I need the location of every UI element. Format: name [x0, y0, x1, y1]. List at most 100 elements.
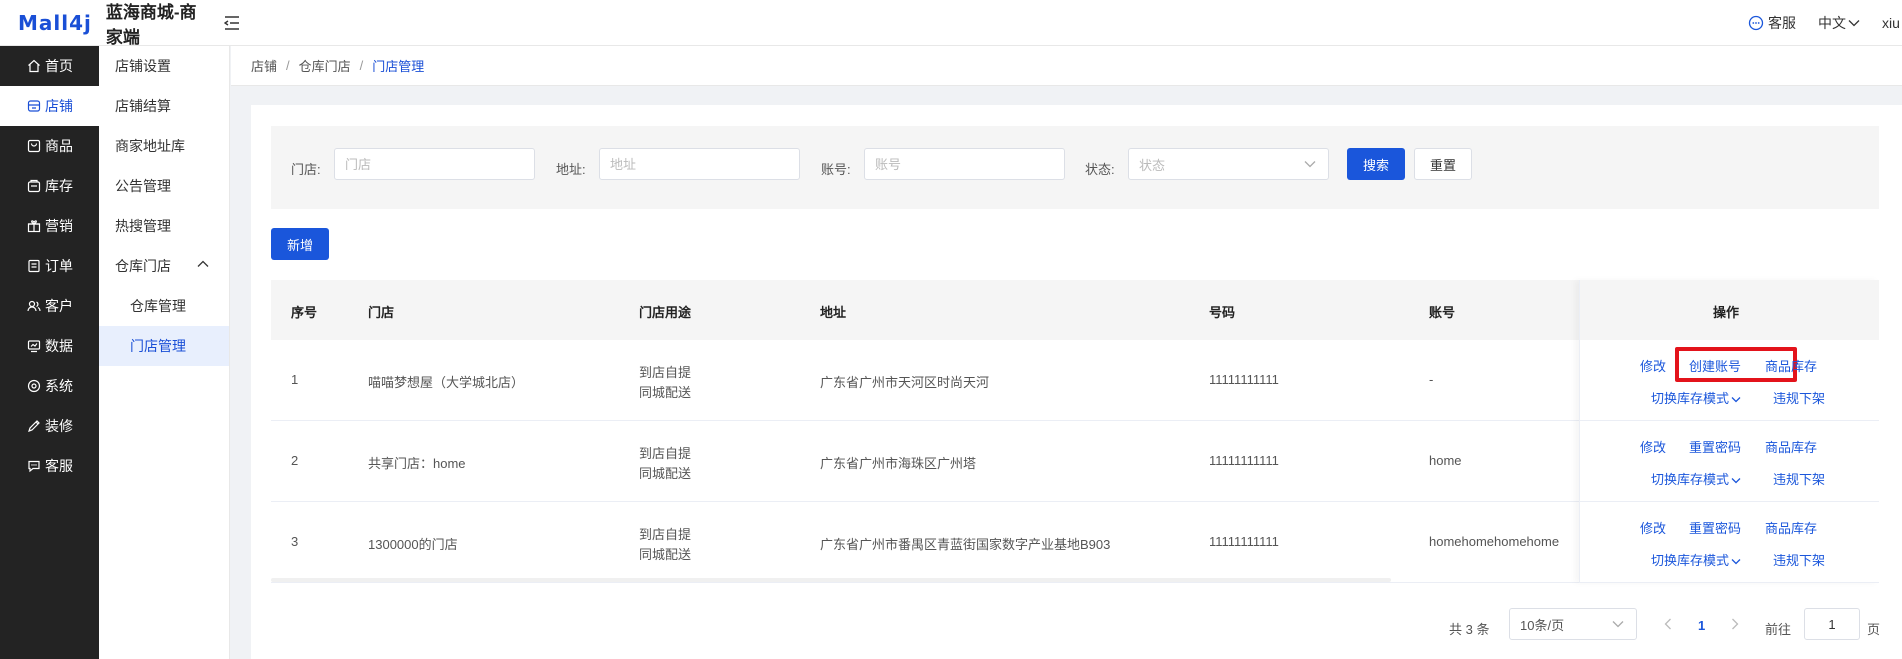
row-usage-pickup: 到店自提: [639, 527, 692, 542]
switch-stock-mode-dropdown[interactable]: 切换库存模式: [1651, 469, 1741, 488]
page-number-current[interactable]: 1: [1698, 618, 1705, 633]
breadcrumb-item[interactable]: 仓库门店: [299, 56, 351, 75]
sidebar-item-label: 首页: [45, 58, 73, 74]
create-account-link[interactable]: 创建账号: [1689, 356, 1741, 375]
subnav-item-store-settings[interactable]: 店铺设置: [99, 46, 229, 86]
sidebar-item-decorate[interactable]: 装修: [0, 406, 99, 446]
sidebar-item-customers[interactable]: 客户: [0, 286, 99, 326]
row-usage-pickup: 到店自提: [639, 446, 692, 461]
page-suffix-label: 页: [1867, 622, 1881, 637]
subnav-item-hot-search[interactable]: 热搜管理: [99, 206, 229, 246]
app-title: 蓝海商城-商家端: [105, 2, 197, 47]
switch-stock-mode-label: 切换库存模式: [1651, 472, 1730, 487]
sub-navigation: 店铺设置 店铺结算 商家地址库 公告管理 热搜管理 仓库门店 仓库管理 门店管理: [99, 46, 230, 659]
order-icon: [28, 259, 40, 273]
row-account: home: [1429, 453, 1462, 468]
subnav-item-store-management[interactable]: 门店管理: [99, 326, 229, 366]
filter-bar: 门店: 地址: 账号: 状态: 状态 搜索 重置: [271, 126, 1879, 209]
goto-label: 前往: [1765, 622, 1792, 637]
sidebar-item-label: 客服: [45, 458, 73, 474]
next-page-button[interactable]: [1731, 617, 1739, 633]
sidebar-item-service[interactable]: 客服: [0, 446, 99, 486]
sidebar-item-label: 店铺: [45, 98, 73, 114]
row-phone: 11111111111: [1209, 372, 1279, 387]
reset-password-link[interactable]: 重置密码: [1689, 518, 1741, 537]
data-icon: [27, 340, 41, 353]
product-stock-link[interactable]: 商品库存: [1765, 518, 1817, 537]
sidebar-item-goods[interactable]: 商品: [0, 126, 99, 166]
add-store-button[interactable]: 新增: [271, 228, 329, 260]
user-menu[interactable]: xiu: [1882, 15, 1902, 31]
menu-collapse-icon[interactable]: [223, 13, 240, 33]
goto-page-input[interactable]: [1804, 608, 1860, 640]
row-usage-delivery: 同城配送: [639, 547, 692, 562]
sidebar-item-home[interactable]: 首页: [0, 46, 99, 86]
page-size-value: 10条/页: [1520, 617, 1565, 633]
main-sidebar: 首页 店铺 商品 库存 营销 订单 客户 数据 系统 装修 客服: [0, 46, 99, 659]
switch-stock-mode-dropdown[interactable]: 切换库存模式: [1651, 550, 1741, 569]
main-content-card: 门店: 地址: 账号: 状态: 状态 搜索 重置 新增 序号 门店 门店用途 地…: [251, 105, 1902, 659]
chevron-down-icon: [1731, 478, 1741, 484]
subnav-group-label: 仓库门店: [115, 258, 171, 274]
account-filter-input[interactable]: [864, 148, 1065, 180]
sidebar-item-system[interactable]: 系统: [0, 366, 99, 406]
row-phone: 11111111111: [1209, 534, 1279, 549]
pagination-total: 共 3 条: [1449, 622, 1490, 637]
row-store-name: 喵喵梦想屋（大学城北店）: [368, 375, 525, 390]
edit-link[interactable]: 修改: [1640, 356, 1666, 375]
language-label: 中文: [1818, 15, 1846, 31]
edit-link[interactable]: 修改: [1640, 437, 1666, 456]
subnav-item-announcements[interactable]: 公告管理: [99, 166, 229, 206]
violation-takedown-link[interactable]: 违规下架: [1773, 388, 1825, 407]
reset-password-link[interactable]: 重置密码: [1689, 437, 1741, 456]
address-filter-input[interactable]: [599, 148, 800, 180]
edit-link[interactable]: 修改: [1640, 518, 1666, 537]
page-size-select[interactable]: 10条/页: [1509, 608, 1637, 640]
violation-takedown-link[interactable]: 违规下架: [1773, 550, 1825, 569]
product-stock-link[interactable]: 商品库存: [1765, 437, 1817, 456]
row-index: 2: [291, 453, 299, 468]
table-horizontal-scrollbar[interactable]: [271, 578, 1391, 582]
store-icon: [27, 100, 41, 112]
product-stock-link[interactable]: 商品库存: [1765, 356, 1817, 375]
gift-icon: [27, 220, 41, 233]
chevron-up-icon: [197, 260, 209, 267]
row-address: 广东省广州市天河区时尚天河: [820, 375, 990, 390]
subnav-item-warehouse-management[interactable]: 仓库管理: [99, 286, 229, 326]
sidebar-item-label: 数据: [45, 338, 73, 354]
store-filter-input[interactable]: [334, 148, 535, 180]
sidebar-item-data[interactable]: 数据: [0, 326, 99, 366]
row-usage-delivery: 同城配送: [639, 466, 692, 481]
sidebar-item-label: 订单: [45, 258, 73, 274]
sidebar-item-marketing[interactable]: 营销: [0, 206, 99, 246]
chevron-down-icon: [1304, 161, 1316, 168]
subnav-item-address-library[interactable]: 商家地址库: [99, 126, 229, 166]
row-usage-pickup: 到店自提: [639, 365, 692, 380]
row-store-name: 共享门店：home: [368, 456, 466, 471]
subnav-group-warehouse-store[interactable]: 仓库门店: [99, 246, 229, 286]
sidebar-item-orders[interactable]: 订单: [0, 246, 99, 286]
prev-page-button[interactable]: [1664, 617, 1672, 633]
status-filter-select[interactable]: 状态: [1128, 148, 1329, 180]
sidebar-item-label: 装修: [45, 418, 73, 434]
sidebar-item-inventory[interactable]: 库存: [0, 166, 99, 206]
subnav-item-store-settlement[interactable]: 店铺结算: [99, 86, 229, 126]
sidebar-item-label: 库存: [45, 178, 73, 194]
language-switcher[interactable]: 中文: [1818, 13, 1860, 33]
sidebar-item-store[interactable]: 店铺: [0, 86, 99, 126]
search-button[interactable]: 搜索: [1347, 148, 1405, 180]
switch-stock-mode-label: 切换库存模式: [1651, 391, 1730, 406]
chevron-down-icon: [1731, 559, 1741, 565]
column-header-account: 账号: [1429, 305, 1456, 320]
address-filter-label: 地址:: [556, 162, 586, 177]
switch-stock-mode-dropdown[interactable]: 切换库存模式: [1651, 388, 1741, 407]
breadcrumb-separator: /: [286, 58, 290, 73]
violation-takedown-link[interactable]: 违规下架: [1773, 469, 1825, 488]
customer-icon: [27, 300, 41, 312]
customer-service-link[interactable]: 客服: [1748, 13, 1796, 33]
store-table: 序号 门店 门店用途 地址 号码 账号 操作 1 喵喵梦想屋（大学城北店） 到店…: [271, 280, 1879, 583]
breadcrumb-item[interactable]: 店铺: [251, 56, 277, 75]
reset-button[interactable]: 重置: [1414, 148, 1472, 180]
status-select-placeholder: 状态: [1139, 157, 1166, 173]
row-phone: 11111111111: [1209, 453, 1279, 468]
